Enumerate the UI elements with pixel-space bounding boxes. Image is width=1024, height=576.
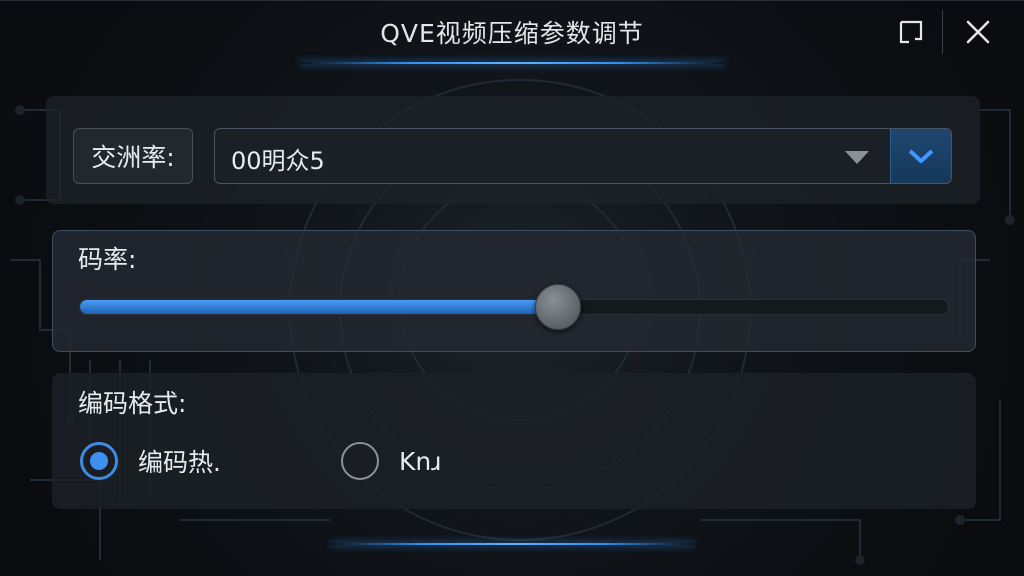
frame-rate-select[interactable]: 00明众5 (214, 128, 952, 184)
app-window: QVE视频压缩参数调节 交洲率: 00明众5 码率: 编码格式: 编码热. Kn… (0, 0, 1024, 576)
title-button-divider (942, 10, 943, 54)
bitrate-panel (52, 230, 976, 352)
bitrate-slider[interactable] (79, 284, 949, 330)
title-top-edge (0, 0, 1024, 1)
format-option-label: Knɹ (399, 446, 442, 476)
close-button[interactable] (958, 12, 998, 52)
format-option-2[interactable]: Knɹ (341, 440, 442, 482)
title-accent-line (300, 62, 724, 64)
frame-rate-label: 交洲率: (73, 128, 193, 184)
radio-button[interactable] (80, 442, 118, 480)
maximize-icon (899, 20, 923, 44)
format-label: 编码格式: (78, 389, 187, 418)
bottom-accent-line (330, 543, 694, 545)
caret-down-icon (845, 151, 869, 164)
format-option-label: 编码热. (138, 448, 221, 477)
dropdown-button[interactable] (890, 129, 951, 183)
radio-button[interactable] (341, 442, 379, 480)
chevron-down-icon (908, 149, 934, 163)
bitrate-slider-fill (80, 300, 558, 314)
window-title: QVE视频压缩参数调节 (380, 19, 644, 48)
bitrate-label: 码率: (78, 245, 137, 274)
format-option-1[interactable]: 编码热. (80, 440, 221, 482)
frame-rate-value: 00明众5 (231, 147, 325, 175)
title-bar: QVE视频压缩参数调节 (0, 0, 1024, 66)
close-icon (966, 20, 990, 44)
maximize-button[interactable] (891, 12, 931, 52)
